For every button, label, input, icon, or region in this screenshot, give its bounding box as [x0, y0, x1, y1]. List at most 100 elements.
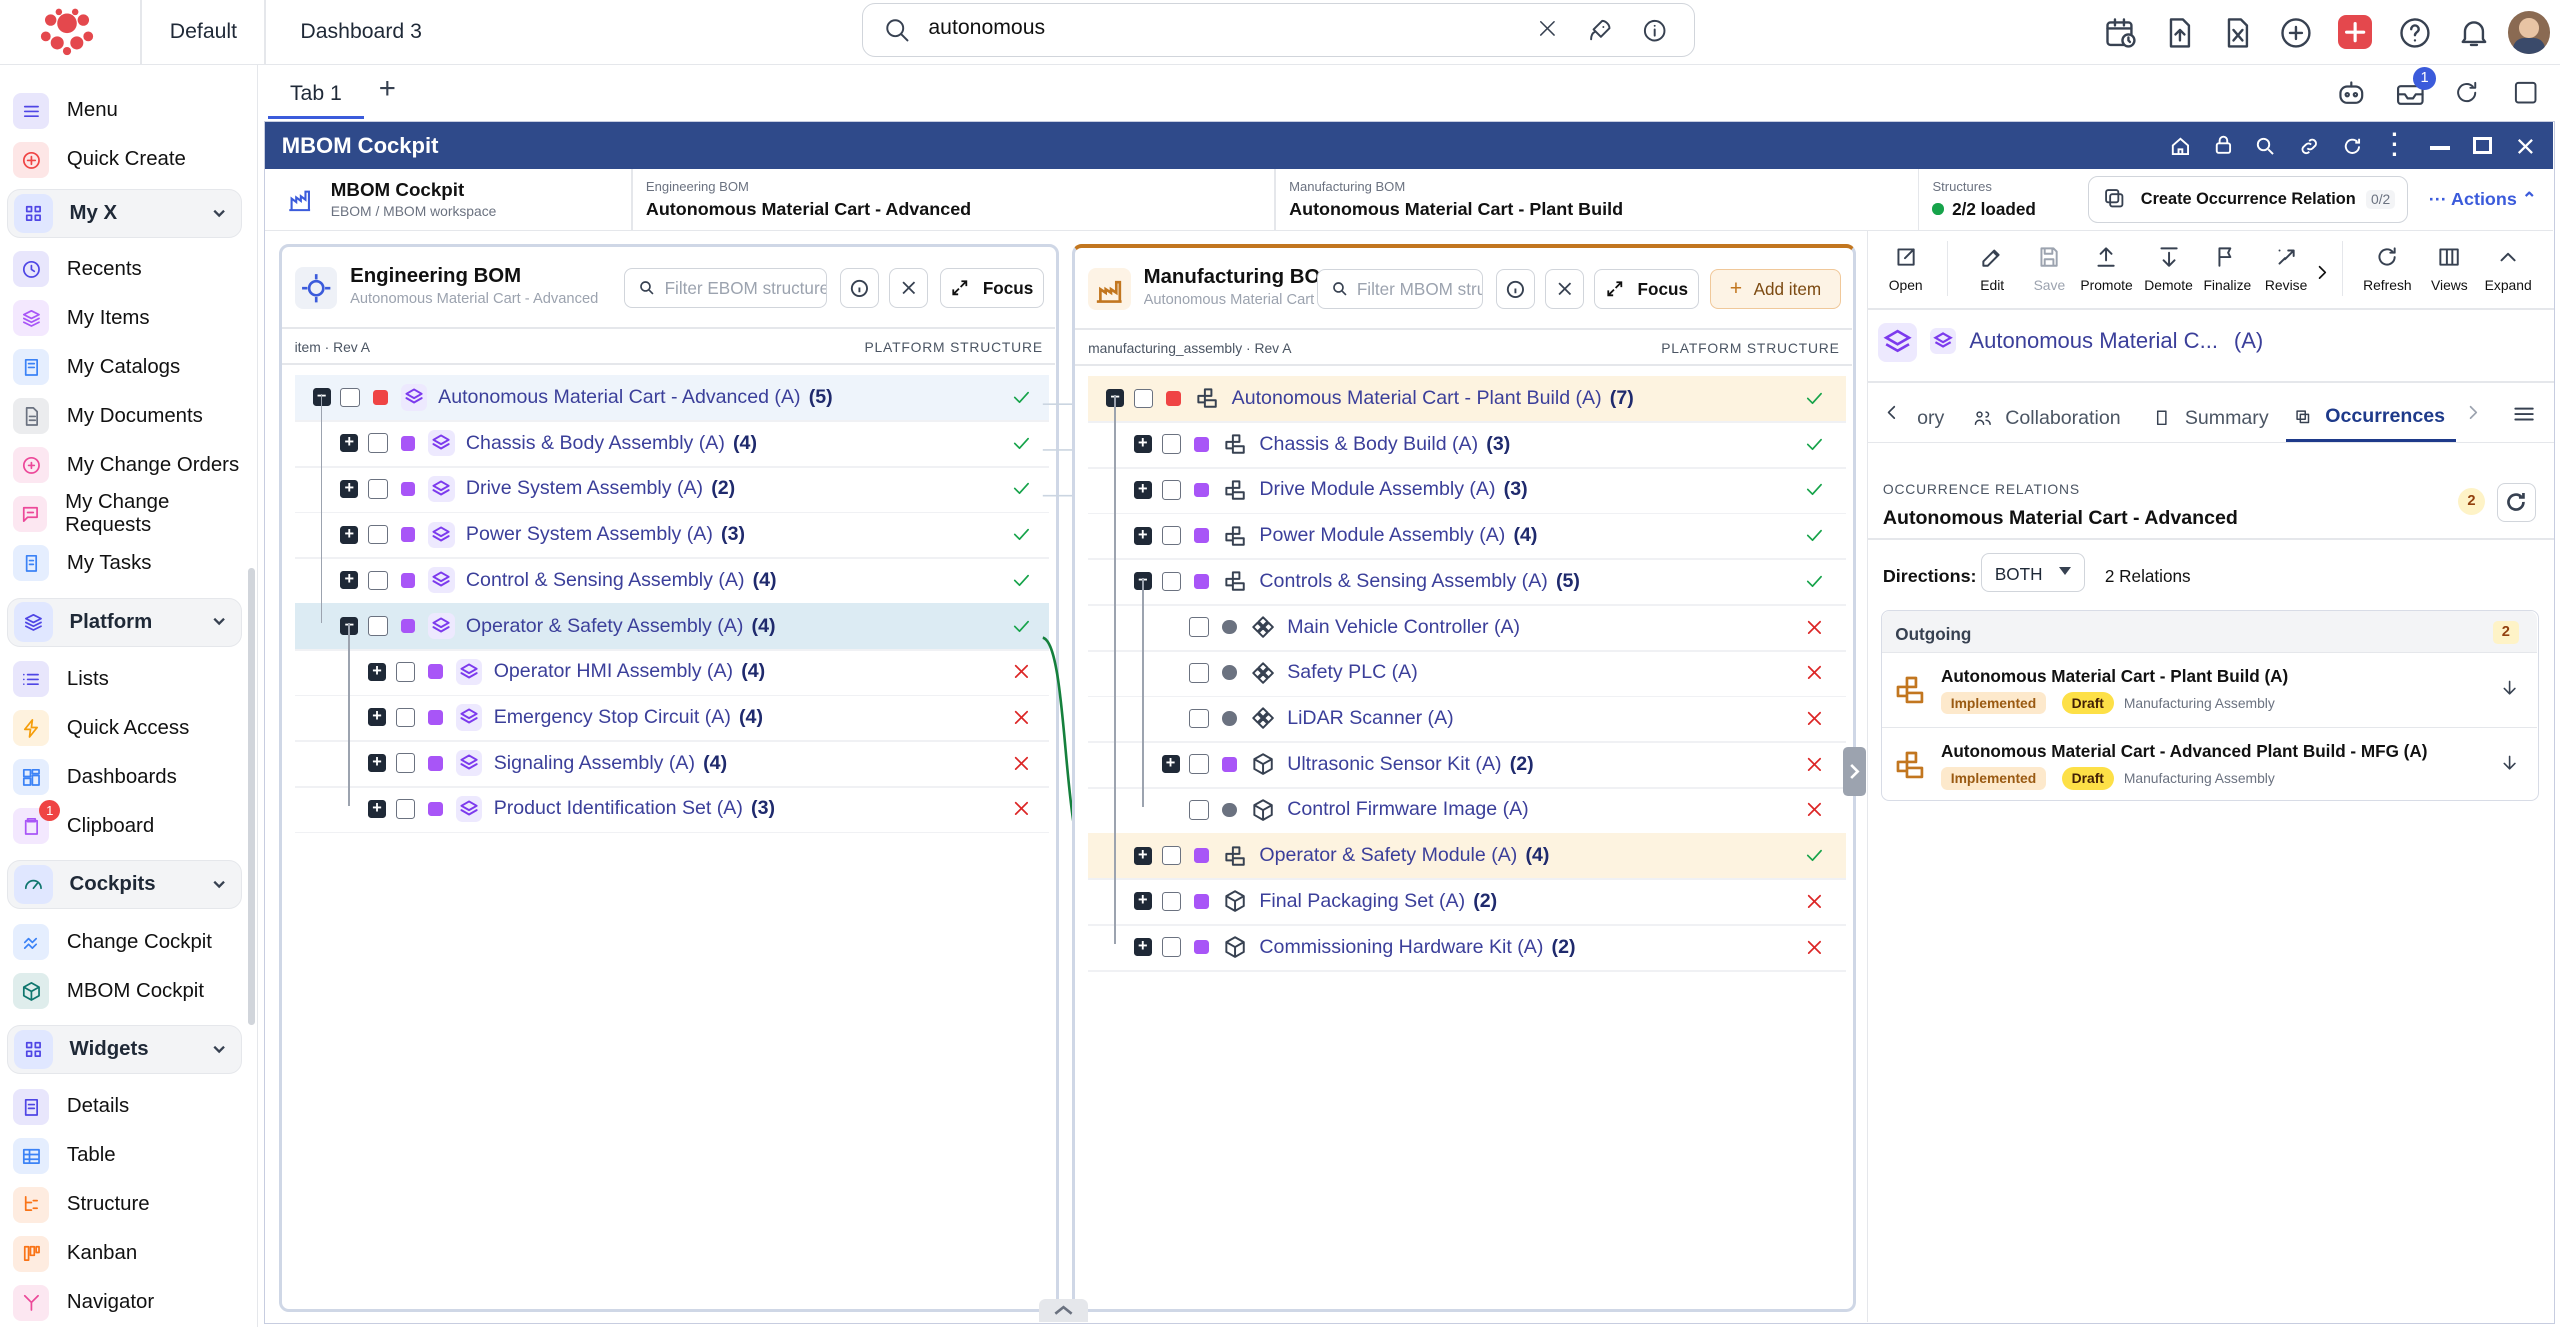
add-tab-button[interactable]: + [379, 72, 396, 106]
link-icon[interactable] [2297, 135, 2321, 158]
chevron-down-icon[interactable] [211, 205, 227, 221]
sidebar-scrollbar[interactable] [248, 568, 255, 1026]
excel-icon[interactable] [2220, 15, 2256, 51]
row-label[interactable]: Control Firmware Image (A) [1287, 798, 1529, 821]
help-icon[interactable] [2397, 15, 2433, 51]
tree-row[interactable]: Safety PLC (A) [1162, 650, 1418, 696]
ebom-clear-button[interactable] [888, 268, 929, 308]
toolbar-finalize-button[interactable]: Finalize [2198, 244, 2257, 293]
sidebar-item-mbom-cockpit[interactable]: MBOM Cockpit [7, 968, 252, 1014]
sidebar-item-my-documents[interactable]: My Documents [7, 393, 252, 439]
tab-occurrences[interactable]: Occurrences [2286, 394, 2456, 442]
expand-toggle[interactable]: + [1133, 481, 1152, 499]
sidebar-item-details[interactable]: Details [7, 1084, 252, 1130]
tree-row[interactable]: Main Vehicle Controller (A) [1162, 604, 1520, 650]
row-label[interactable]: Commissioning Hardware Kit (A) [1259, 936, 1543, 959]
sidebar-item-table[interactable]: Table [7, 1133, 252, 1179]
row-checkbox[interactable] [1161, 891, 1182, 912]
tree-row[interactable]: −Autonomous Material Cart - Plant Build … [1106, 376, 1634, 422]
sidebar-item-quick-create[interactable]: Quick Create [7, 137, 252, 183]
row-checkbox[interactable] [368, 524, 388, 545]
expand-toggle[interactable]: + [368, 754, 387, 773]
sidebar-item-my-catalogs[interactable]: My Catalogs [7, 344, 252, 390]
row-label[interactable]: Drive System Assembly (A) [466, 477, 703, 500]
row-label[interactable]: Power System Assembly (A) [466, 523, 713, 546]
tree-row[interactable]: LiDAR Scanner (A) [1162, 696, 1454, 742]
arrow-down-icon[interactable] [2499, 677, 2520, 698]
upload-file-icon[interactable] [2162, 15, 2198, 51]
row-label[interactable]: Autonomous Material Cart - Advanced (A) [438, 386, 800, 409]
row-checkbox[interactable] [340, 387, 360, 408]
row-checkbox[interactable] [1189, 662, 1209, 683]
sidebar-item-widgets[interactable]: Widgets [6, 1025, 242, 1075]
toolbar-expand-button[interactable]: Expand [2479, 244, 2538, 293]
toolbar-demote-button[interactable]: Demote [2139, 244, 2198, 293]
home-icon[interactable] [2169, 135, 2192, 158]
toolbar-open-button[interactable]: Open [1876, 244, 1935, 293]
sidebar-item-platform[interactable]: Platform [6, 597, 242, 647]
expand-toggle[interactable]: + [1133, 938, 1152, 957]
row-checkbox[interactable] [1189, 754, 1209, 774]
row-label[interactable]: Chassis & Body Assembly (A) [466, 432, 725, 455]
sidebar-item-cockpits[interactable]: Cockpits [6, 860, 242, 910]
chevron-down-icon[interactable] [211, 876, 227, 892]
row-checkbox[interactable] [1161, 571, 1182, 592]
tab-summary[interactable]: Summary [2146, 394, 2275, 441]
row-label[interactable]: Control & Sensing Assembly (A) [466, 569, 745, 592]
add-circle-icon[interactable] [2278, 15, 2314, 51]
tree-row[interactable]: + Power Module Assembly (A) (4) [1133, 513, 1537, 559]
expand-toggle[interactable]: + [1133, 526, 1152, 545]
sidebar-item-my-change-requests[interactable]: My Change Requests [7, 491, 252, 537]
ebom-info-button[interactable] [839, 268, 880, 308]
mbom-focus-button[interactable]: Focus [1594, 269, 1699, 309]
section-refresh-button[interactable] [2496, 482, 2536, 522]
row-checkbox[interactable] [1189, 708, 1209, 729]
close-panel-icon[interactable] [2514, 135, 2537, 158]
assistant-bot-icon[interactable] [2335, 77, 2368, 110]
sidebar-item-navigator[interactable]: Navigator [7, 1280, 252, 1326]
global-search[interactable] [862, 3, 1695, 58]
tree-row[interactable]: + Final Packaging Set (A) (2) [1133, 878, 1497, 924]
row-label[interactable]: Operator & Safety Assembly (A) [466, 615, 743, 638]
sidebar-item-my-tasks[interactable]: My Tasks [7, 540, 252, 586]
row-label[interactable]: Signaling Assembly (A) [494, 752, 695, 775]
actions-menu[interactable]: ··· Actions ⌃ [2429, 189, 2537, 210]
dashboard-selector[interactable]: Dashboard 3 [300, 20, 422, 44]
toolbar-save-button[interactable]: Save [2020, 244, 2079, 293]
row-checkbox[interactable] [1161, 937, 1182, 957]
toolbar-views-button[interactable]: Views [2420, 244, 2479, 293]
row-checkbox[interactable] [368, 570, 388, 591]
row-label[interactable]: Drive Module Assembly (A) [1259, 478, 1495, 501]
tree-row[interactable]: −Autonomous Material Cart - Advanced (A)… [312, 375, 833, 421]
expand-toggle[interactable]: + [368, 800, 387, 818]
row-label[interactable]: Autonomous Material Cart - Plant Build (… [1232, 387, 1602, 410]
relation-item[interactable]: Autonomous Material Cart - Advanced Plan… [1882, 726, 2537, 802]
row-label[interactable]: Safety PLC (A) [1287, 661, 1418, 684]
clear-search-icon[interactable] [1536, 17, 1559, 40]
row-label[interactable]: Operator & Safety Module (A) [1259, 844, 1517, 867]
row-label[interactable]: Ultrasonic Sensor Kit (A) [1287, 753, 1501, 776]
tab-1[interactable]: Tab 1 [267, 73, 365, 120]
expand-toggle[interactable]: + [340, 480, 359, 498]
row-checkbox[interactable] [1189, 617, 1209, 637]
expand-toggle[interactable]: + [1161, 755, 1180, 774]
tree-row[interactable]: + Operator & Safety Module (A) (4) [1133, 833, 1549, 879]
sidebar-item-menu[interactable]: Menu [7, 88, 252, 134]
sidebar-item-change-cockpit[interactable]: Change Cockpit [7, 919, 252, 965]
row-checkbox[interactable] [1161, 525, 1182, 546]
row-checkbox[interactable] [395, 799, 416, 819]
bell-icon[interactable] [2456, 15, 2492, 51]
tree-row[interactable]: + Chassis & Body Build (A) (3) [1133, 421, 1510, 467]
panel-splitter-handle[interactable] [1842, 747, 1866, 797]
chevron-down-icon[interactable] [211, 1041, 227, 1057]
ebom-filter-input[interactable]: Filter EBOM structure [624, 268, 827, 308]
info-icon[interactable] [1640, 16, 1669, 45]
tree-row[interactable]: + Drive Module Assembly (A) (3) [1133, 467, 1528, 513]
more-vertical-icon[interactable]: · · · [2391, 123, 2399, 165]
row-checkbox[interactable] [368, 616, 388, 636]
row-checkbox[interactable] [368, 479, 388, 499]
toolbar-edit-button[interactable]: Edit [1963, 244, 2022, 293]
row-checkbox[interactable] [1133, 388, 1154, 409]
tree-row[interactable]: −Operator & Safety Assembly (A)(4) [340, 603, 775, 649]
relation-name[interactable]: Autonomous Material Cart - Advanced Plan… [1941, 741, 2428, 762]
